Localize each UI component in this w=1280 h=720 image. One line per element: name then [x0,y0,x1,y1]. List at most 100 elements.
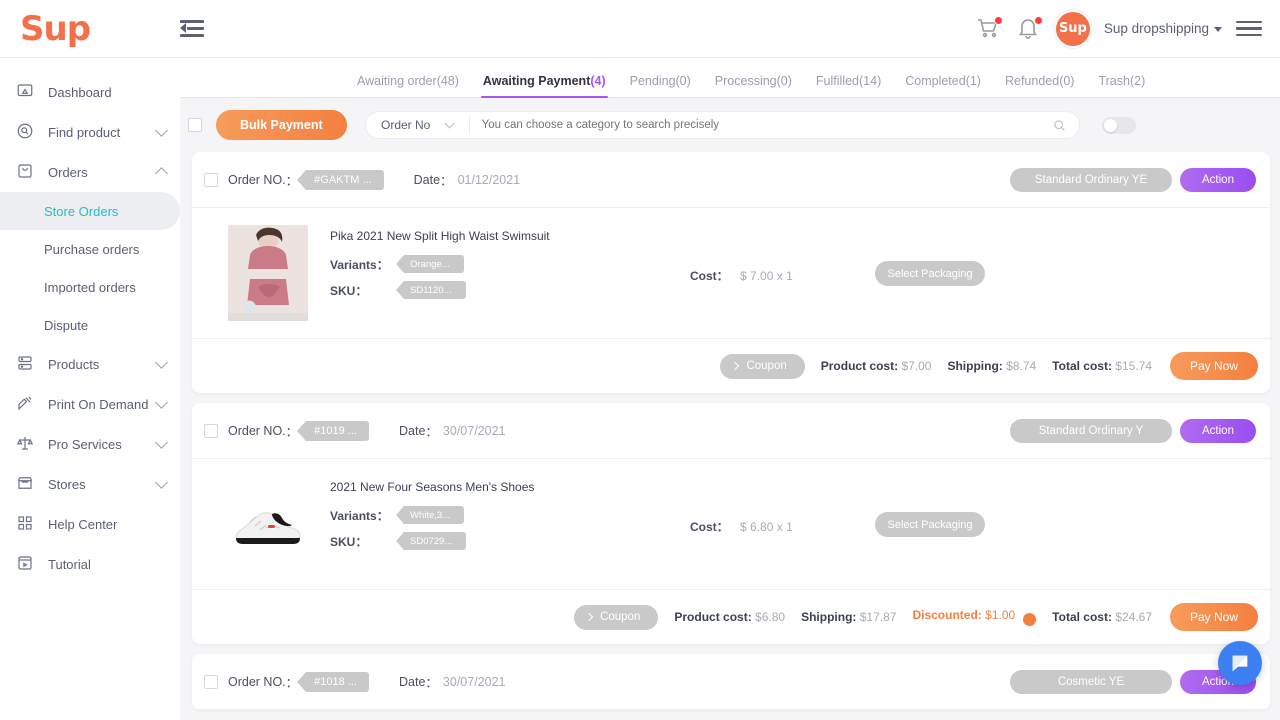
shipping-method-button[interactable]: Cosmetic YE [1010,669,1172,694]
chevron-right-icon [584,612,594,622]
main-content: Awaiting order(48) Awaiting Payment(4) P… [180,58,1280,720]
order-card-footer: Coupon Product cost: $7.00 Shipping: $8.… [192,338,1270,393]
shipping-method-button[interactable]: Standard Ordinary YE [1010,167,1172,192]
bell-icon[interactable] [1016,15,1043,42]
tab-label: Processing [714,74,777,88]
search-input[interactable] [469,119,1041,131]
sidebar-item-help-center[interactable]: Help Center [0,504,180,544]
tab-awaiting-payment[interactable]: Awaiting Payment(4) [471,74,618,98]
tab-completed[interactable]: Completed(1) [893,74,993,97]
variant-badge[interactable]: Orange... [396,255,464,273]
sidebar-item-purchase-orders[interactable]: Purchase orders [0,230,180,268]
cost-label: Cost： [690,269,729,283]
sku-badge[interactable]: SD1120... [396,281,466,299]
sidebar-item-store-orders[interactable]: Store Orders [0,192,180,230]
app-logo[interactable]: Sup [0,12,180,46]
chat-widget-button[interactable] [1218,641,1262,685]
order-checkbox[interactable] [204,172,218,187]
help-center-icon [16,514,38,534]
select-packaging-button[interactable]: Select Packaging [875,512,985,537]
tab-trash[interactable]: Trash(2) [1086,74,1157,97]
select-packaging-button[interactable]: Select Packaging [875,261,985,286]
sidebar-item-label: Orders [48,164,88,180]
cart-badge-dot [993,15,1003,25]
sidebar-subitem-label: Store Orders [44,203,119,219]
product-sku-row: SKU： SD1120... [330,281,690,299]
cart-icon[interactable] [976,15,1003,42]
sku-badge[interactable]: SD0729... [395,532,467,550]
collapse-menu-icon[interactable] [180,19,206,39]
order-checkbox[interactable] [204,423,218,438]
action-button[interactable]: Action [1180,167,1256,192]
sidebar-item-print-on-demand[interactable]: Print On Demand [0,384,180,424]
pay-now-button[interactable]: Pay Now [1170,352,1258,380]
tab-processing[interactable]: Processing(0) [703,74,804,97]
discount-summary: Discounted: $1.00 ✕ [912,608,1037,626]
pay-now-button[interactable]: Pay Now [1170,603,1258,631]
sidebar-item-find-product[interactable]: Find product [0,112,180,152]
sidebar: Dashboard Find product Orders Store Orde… [0,58,180,720]
order-card-body: 2021 New Four Seasons Men's Shoes Varian… [192,459,1270,589]
remove-discount-icon[interactable]: ✕ [1023,612,1037,626]
tab-label: Trash [1098,74,1130,88]
order-card-body: Pika 2021 New Split High Waist Swimsuit … [192,208,1270,338]
shipping-value: $17.87 [859,610,897,624]
tab-fulfilled[interactable]: Fulfilled(14) [804,74,893,97]
product-cost-box: Cost： $ 6.80 x 1 [690,476,875,535]
sidebar-item-stores[interactable]: Stores [0,464,180,504]
sidebar-item-label: Print On Demand [48,396,149,412]
select-all-checkbox[interactable] [188,118,202,132]
order-header-actions: Standard Ordinary Y Action [1010,418,1256,443]
chevron-up-icon [155,167,168,180]
order-no-badge[interactable]: #GAKTM ... [297,169,384,190]
product-sku-row: SKU： SD0729... [330,532,690,550]
menu-icon[interactable] [1236,17,1262,41]
order-no-badge[interactable]: #1018 ... [297,671,369,692]
order-header-actions: Standard Ordinary YE Action [1010,167,1256,192]
coupon-button[interactable]: Coupon [720,353,805,379]
total-cost-value: $24.67 [1115,610,1152,624]
coupon-button[interactable]: Coupon [574,604,659,630]
product-thumbnail[interactable] [228,476,308,572]
tab-label: Pending [629,74,676,88]
shipping-label: Shipping: [947,359,1003,373]
sidebar-item-label: Tutorial [48,556,91,572]
shipping-label: Shipping: [801,610,857,624]
search-category-select[interactable]: Order No [366,116,470,134]
product-thumbnail[interactable] [228,225,308,321]
action-button[interactable]: Action [1180,418,1256,443]
view-toggle[interactable] [1101,116,1136,134]
shipping-value: $8.74 [1006,359,1037,373]
tab-count: (4) [590,74,606,88]
order-date: 01/12/2021 [457,172,521,187]
dashboard-icon [16,82,38,102]
sidebar-item-orders[interactable]: Orders [0,152,180,192]
order-no-badge[interactable]: #1019 ... [297,420,369,441]
tab-refunded[interactable]: Refunded(0) [993,74,1087,97]
variant-badge[interactable]: White,3... [395,506,465,524]
shop-switcher[interactable]: Sup dropshipping [1104,21,1222,36]
total-cost-label: Total cost: [1052,610,1112,624]
chevron-down-icon [155,475,168,489]
avatar[interactable]: Sup [1055,11,1090,46]
sidebar-item-imported-orders[interactable]: Imported orders [0,268,180,306]
bulk-payment-button[interactable]: Bulk Payment [216,110,347,140]
search-icon[interactable] [1041,119,1079,132]
tab-pending[interactable]: Pending(0) [618,74,703,97]
scales-icon [16,434,38,454]
sidebar-item-tutorial[interactable]: Tutorial [0,544,180,584]
sidebar-item-dashboard[interactable]: Dashboard [0,72,180,112]
sidebar-item-dispute[interactable]: Dispute [0,306,180,344]
orders-toolbar: Bulk Payment Order No [180,98,1280,152]
tab-label: Fulfilled [815,74,859,88]
sidebar-item-products[interactable]: Products [0,344,180,384]
order-checkbox[interactable] [204,674,218,689]
shipping-method-button[interactable]: Standard Ordinary Y [1010,418,1172,443]
tab-count: (0) [675,74,691,88]
top-bar-right: Sup Sup dropshipping [976,11,1280,46]
tab-awaiting-order[interactable]: Awaiting order(48) [345,74,471,97]
order-card: Order NO. ： #GAKTM ... Date ： 01/12/2021… [192,152,1270,393]
order-date: 30/07/2021 [442,674,506,689]
sidebar-item-pro-services[interactable]: Pro Services [0,424,180,464]
search-category-value: Order No [380,118,431,132]
